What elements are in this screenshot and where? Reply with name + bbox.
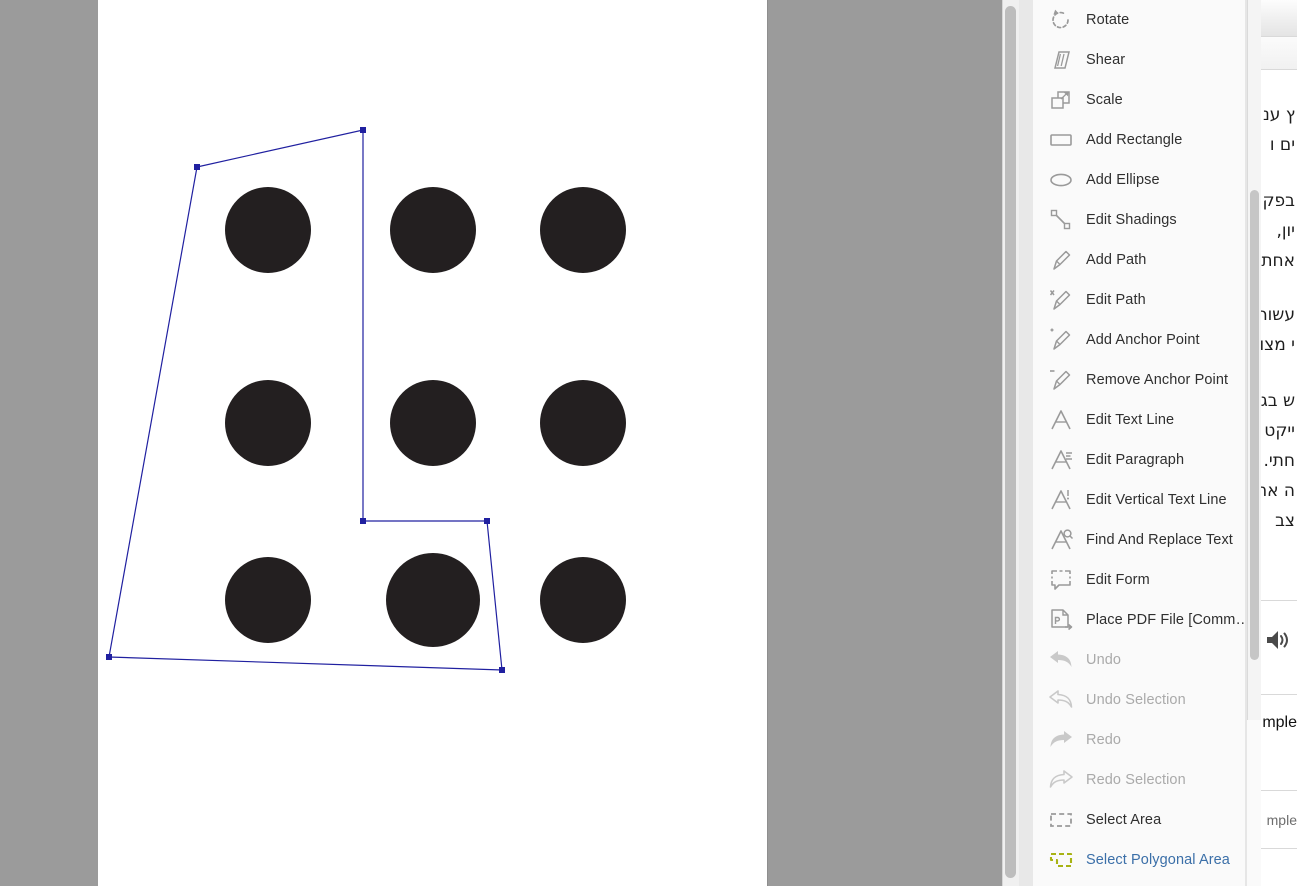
hebrew-text-line: ש בג	[1261, 391, 1295, 411]
menu-item-edit-form[interactable]: Edit Form	[1033, 560, 1261, 600]
menu-item-label: Undo Selection	[1086, 692, 1186, 708]
menu-item-edit-vertical-text-line[interactable]: Edit Vertical Text Line	[1033, 480, 1261, 520]
hebrew-text-line: י מצו	[1261, 335, 1295, 355]
right-pane-divider	[1261, 848, 1297, 849]
menu-item-add-rectangle[interactable]: Add Rectangle	[1033, 120, 1261, 160]
menu-item-select-area[interactable]: Select Area	[1033, 800, 1261, 840]
right-pane-divider	[1261, 790, 1297, 791]
speaker-volume-icon[interactable]	[1265, 628, 1291, 657]
hebrew-text-line: צב	[1275, 511, 1295, 531]
edit-paragraph-icon	[1046, 445, 1076, 475]
menu-item-add-anchor-point[interactable]: Add Anchor Point	[1033, 320, 1261, 360]
menu-item-label: Add Path	[1086, 252, 1147, 268]
menu-item-label: Add Rectangle	[1086, 132, 1183, 148]
right-pane-subheader	[1261, 37, 1297, 70]
edit-path-pen-icon	[1046, 285, 1076, 315]
document-page[interactable]	[98, 0, 767, 886]
menu-item-label: Remove Anchor Point	[1086, 372, 1229, 388]
menu-item-label: Edit Text Line	[1086, 412, 1175, 428]
rectangle-icon	[1046, 125, 1076, 155]
menu-item-shear[interactable]: Shear	[1033, 40, 1261, 80]
remove-anchor-point-icon	[1046, 365, 1076, 395]
right-pane-divider	[1261, 69, 1297, 70]
menu-item-label: Find And Replace Text	[1086, 532, 1233, 548]
menu-item-label: Edit Form	[1086, 572, 1150, 588]
menu-item-label: Edit Path	[1086, 292, 1146, 308]
menu-item-label: Edit Shadings	[1086, 212, 1177, 228]
undo-selection-icon	[1046, 685, 1076, 715]
right-pane-scrollbar-thumb[interactable]	[1250, 190, 1259, 660]
hebrew-text-line: ץ ענ	[1262, 105, 1295, 125]
right-pane-divider	[1261, 694, 1297, 695]
menu-item-edit-shadings[interactable]: Edit Shadings	[1033, 200, 1261, 240]
hebrew-text-line: חתי.	[1263, 451, 1296, 471]
edit-vertical-text-line-icon	[1046, 485, 1076, 515]
menu-item-label: Edit Paragraph	[1086, 452, 1185, 468]
hebrew-text-line: עשור	[1261, 305, 1295, 325]
menu-item-label: Add Ellipse	[1086, 172, 1160, 188]
menu-item-label: Select Area	[1086, 812, 1162, 828]
place-pdf-file-icon	[1046, 605, 1076, 635]
menu-item-rotate[interactable]: Rotate	[1033, 0, 1261, 40]
page-right-edge	[767, 0, 768, 886]
right-pane-divider	[1261, 600, 1297, 601]
edit-shadings-icon	[1046, 205, 1076, 235]
menu-item-label: Select Polygonal Area	[1086, 852, 1230, 868]
scale-icon	[1046, 85, 1076, 115]
hebrew-text-line: בפק	[1262, 191, 1295, 211]
menu-item-edit-paragraph[interactable]: Edit Paragraph	[1033, 440, 1261, 480]
latin-text-fragment: mple	[1266, 812, 1297, 828]
menu-item-remove-anchor-point[interactable]: Remove Anchor Point	[1033, 360, 1261, 400]
menu-item-edit-text-line[interactable]: Edit Text Line	[1033, 400, 1261, 440]
select-area-icon	[1046, 805, 1076, 835]
menu-item-undo-selection: Undo Selection	[1033, 680, 1261, 720]
redo-selection-icon	[1046, 765, 1076, 795]
menu-item-edit-path[interactable]: Edit Path	[1033, 280, 1261, 320]
application-window: Rotate Shear Scale Add Rectangle Add Ellipse…	[0, 0, 1297, 886]
menu-item-select-polygonal-area[interactable]: Select Polygonal Area	[1033, 840, 1261, 880]
add-path-pen-icon	[1046, 245, 1076, 275]
menu-item-find-and-replace-text[interactable]: Find And Replace Text	[1033, 520, 1261, 560]
hebrew-text-line: אחת	[1261, 251, 1295, 271]
menu-item-redo-selection: Redo Selection	[1033, 760, 1261, 800]
right-pane-header	[1261, 0, 1297, 37]
rotate-icon	[1046, 5, 1076, 35]
tool-menu-panel[interactable]: Rotate Shear Scale Add Rectangle Add Ellipse…	[1033, 0, 1261, 886]
panel-splitter[interactable]	[1019, 0, 1034, 886]
menu-item-label: Edit Vertical Text Line	[1086, 492, 1227, 508]
add-anchor-point-icon	[1046, 325, 1076, 355]
menu-item-add-path[interactable]: Add Path	[1033, 240, 1261, 280]
undo-icon	[1046, 645, 1076, 675]
menu-item-label: Add Anchor Point	[1086, 332, 1200, 348]
menu-item-undo: Undo	[1033, 640, 1261, 680]
menu-item-label: Rotate	[1086, 12, 1130, 28]
ellipse-icon	[1046, 165, 1076, 195]
canvas-area[interactable]	[0, 0, 1008, 886]
menu-item-label: Scale	[1086, 92, 1123, 108]
menu-item-label: Redo Selection	[1086, 772, 1186, 788]
latin-text-fragment: mple	[1262, 714, 1297, 731]
menu-item-scale[interactable]: Scale	[1033, 80, 1261, 120]
select-polygonal-area-icon	[1046, 845, 1076, 875]
menu-item-label: Place PDF File [Comm…	[1086, 612, 1251, 628]
hebrew-text-line: ים ו	[1269, 135, 1295, 155]
menu-item-add-ellipse[interactable]: Add Ellipse	[1033, 160, 1261, 200]
shear-icon	[1046, 45, 1076, 75]
hebrew-text-line: ייקט	[1264, 421, 1295, 441]
menu-item-label: Undo	[1086, 652, 1122, 668]
hebrew-text-line: יון,	[1276, 221, 1295, 241]
menu-item-label: Redo	[1086, 732, 1122, 748]
edit-text-line-icon	[1046, 405, 1076, 435]
edit-form-icon	[1046, 565, 1076, 595]
menu-item-place-pdf-file-comm[interactable]: Place PDF File [Comm…	[1033, 600, 1261, 640]
find-and-replace-text-icon	[1046, 525, 1076, 555]
menu-item-redo: Redo	[1033, 720, 1261, 760]
redo-icon	[1046, 725, 1076, 755]
hebrew-text-line: ה את	[1261, 481, 1295, 501]
canvas-vertical-scrollbar-thumb[interactable]	[1005, 6, 1016, 878]
menu-item-label: Shear	[1086, 52, 1126, 68]
right-document-pane[interactable]: ץ ענ ים ו בפק יון, אחת עשור י מצו ש בג ייקט חתי. ה…	[1261, 0, 1297, 886]
right-pane-divider	[1261, 36, 1297, 37]
